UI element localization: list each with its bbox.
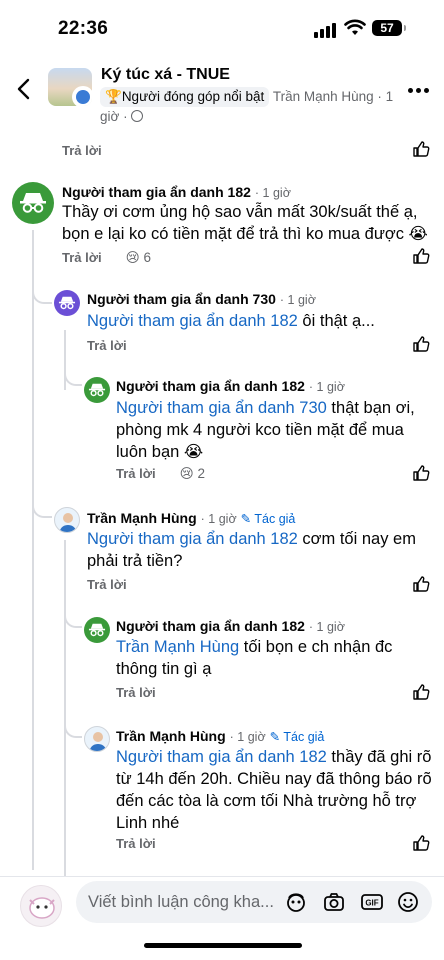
wifi-icon [344,19,366,35]
comment-time: · 1 giờ [200,512,237,526]
post-time-prefix: · 1 [377,89,394,104]
comment-time: · 1 giờ [308,380,345,394]
anonymous-avatar-icon[interactable] [84,377,110,403]
mention-link[interactable]: Người tham gia ẩn danh 730 [116,399,327,417]
reaction-summary[interactable]: 😢 6 [126,250,151,265]
back-arrow-icon[interactable] [16,78,32,100]
comment-header: Người tham gia ẩn danh 182 · 1 giờ [116,618,345,636]
commenter-name[interactable]: Người tham gia ẩn danh 182 [62,184,251,200]
commenter-name[interactable]: Trần Mạnh Hùng [87,510,197,526]
comment-text: Người tham gia ẩn danh 182 thầy đã ghi r… [116,748,432,832]
svg-text:GIF: GIF [365,899,378,908]
like-icon[interactable] [412,335,430,353]
reply-button[interactable]: Trả lời [116,466,156,481]
home-indicator [144,943,302,948]
trophy-icon: 🏆 [105,89,122,104]
reply-button[interactable]: Trả lời [62,142,102,160]
comment-header: Trần Mạnh Hùng · 1 giờ ✎ Tác giả [87,510,295,528]
my-avatar[interactable] [20,885,62,927]
thread-connector [64,610,82,628]
reply-button[interactable]: Trả lời [87,576,127,594]
reply-button[interactable]: Trả lời [87,337,127,355]
emoji-icon[interactable] [396,890,420,914]
camera-icon[interactable] [322,890,346,914]
comment-actions: Trả lời 😢 2 [116,465,205,483]
mention-link[interactable]: Người tham gia ẩn danh 182 [116,748,327,766]
author-badge: ✎ Tác giả [269,730,325,744]
comment-text: Trần Mạnh Hùng tối bọn e ch nhận đc thôn… [116,638,393,678]
author-mini-avatar [72,86,92,106]
mention-link[interactable]: Người tham gia ẩn danh 182 [87,312,298,330]
post-author[interactable]: Trần Mạnh Hùng [273,89,374,104]
reply-button[interactable]: Trả lời [62,250,102,265]
status-bar: 22:36 57 [0,0,444,58]
top-contributor-badge: 🏆Người đóng góp nổi bật [100,87,270,107]
comment-time: · 1 giờ [279,293,316,307]
user-avatar[interactable] [84,726,110,752]
post-time: giờ · [100,109,128,124]
comment-text: Người tham gia ẩn danh 182 cơm tối nay e… [87,530,416,570]
thread-line [32,230,34,870]
comment-input[interactable] [88,881,288,923]
mention-link[interactable]: Trần Mạnh Hùng [116,638,239,656]
avatar-sticker-icon[interactable] [284,890,308,914]
comment-text: Thầy ơi cơm ủng hộ sao vẫn mất 30k/suất … [62,203,428,243]
like-icon[interactable] [412,140,430,158]
group-avatar[interactable] [48,68,92,106]
reply-button[interactable]: Trả lời [116,835,156,853]
like-icon[interactable] [412,834,430,852]
comment-header: Người tham gia ẩn danh 182 · 1 giờ [62,184,291,202]
comment-header: Người tham gia ẩn danh 730 · 1 giờ [87,291,316,309]
more-options-icon[interactable] [408,88,430,94]
anonymous-avatar-icon[interactable] [12,182,54,224]
comment-header: Người tham gia ẩn danh 182 · 1 giờ [116,378,345,396]
commenter-name[interactable]: Người tham gia ẩn danh 182 [116,618,305,634]
commenter-name[interactable]: Người tham gia ẩn danh 182 [116,378,305,394]
cellular-signal-icon [314,22,338,38]
reply-button[interactable]: Trả lời [116,684,156,702]
globe-icon [131,110,144,122]
post-header: Ký túc xá - TNUE 🏆Người đóng góp nổi bật… [0,60,444,130]
thread-connector [32,500,52,518]
like-icon[interactable] [412,247,430,265]
thread-connector [64,370,82,386]
comment-input-box[interactable]: GIF [76,881,432,923]
comment-time: · 1 giờ [229,730,266,744]
gif-icon[interactable]: GIF [360,890,384,914]
comment-actions: Trả lời 😢 6 [62,249,151,267]
anonymous-avatar-icon[interactable] [84,617,110,643]
comment-text: Người tham gia ẩn danh 730 thật bạn ơi, … [116,399,415,461]
mention-link[interactable]: Người tham gia ẩn danh 182 [87,530,298,548]
post-meta: 🏆Người đóng góp nổi bật Trần Mạnh Hùng ·… [100,87,400,127]
comment-time: · 1 giờ [308,620,345,634]
thread-connector [64,722,82,738]
comment-header: Trần Mạnh Hùng · 1 giờ ✎ Tác giả [116,728,324,746]
status-time: 22:36 [58,18,109,39]
thread-line [64,540,66,876]
group-title[interactable]: Ký túc xá - TNUE [101,66,230,84]
like-icon[interactable] [412,683,430,701]
battery-indicator: 57 [372,20,406,36]
commenter-name[interactable]: Người tham gia ẩn danh 730 [87,291,276,307]
like-icon[interactable] [412,575,430,593]
user-avatar[interactable] [54,507,80,533]
comment-time: · 1 giờ [254,186,291,200]
thread-connector [32,290,52,304]
commenter-name[interactable]: Trần Mạnh Hùng [116,728,226,744]
like-icon[interactable] [412,464,430,482]
author-badge: ✎ Tác giả [240,512,296,526]
reaction-summary[interactable]: 😢 2 [180,466,205,481]
anonymous-avatar-icon[interactable] [54,290,80,316]
comment-text: Người tham gia ẩn danh 182 ôi thật ạ... [87,312,375,330]
